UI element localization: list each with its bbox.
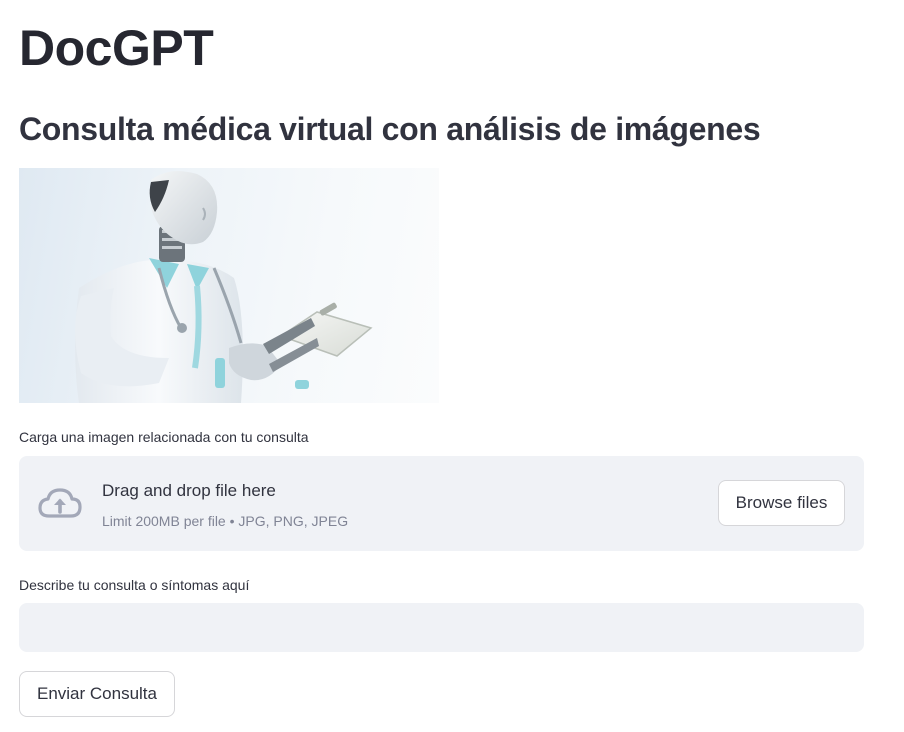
cloud-upload-icon: [38, 488, 82, 518]
robot-doctor-image: [19, 168, 439, 403]
file-dropzone[interactable]: Drag and drop file here Limit 200MB per …: [19, 456, 864, 551]
query-textarea[interactable]: [19, 603, 864, 652]
uploader-label: Carga una imagen relacionada con tu cons…: [19, 429, 309, 445]
page-subtitle: Consulta médica virtual con análisis de …: [19, 111, 761, 147]
app-title: DocGPT: [19, 20, 214, 76]
dropzone-instructions: Drag and drop file here: [102, 481, 276, 500]
query-label: Describe tu consulta o síntomas aquí: [19, 577, 250, 593]
submit-query-button[interactable]: Enviar Consulta: [19, 671, 175, 717]
robot-doctor-illustration: [75, 171, 373, 403]
dropzone-limit-text: Limit 200MB per file • JPG, PNG, JPEG: [102, 513, 349, 529]
browse-files-button[interactable]: Browse files: [718, 480, 845, 526]
